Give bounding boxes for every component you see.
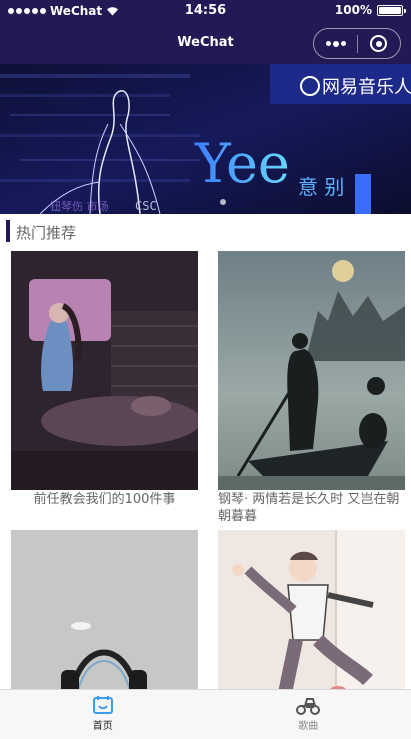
tab-songs[interactable]: 歌曲 — [206, 690, 411, 739]
more-button[interactable] — [314, 40, 357, 47]
more-dot-icon — [325, 41, 331, 46]
playlist-title: 钢琴· 两情若是长久时 又岂在朝朝暮暮 — [218, 492, 400, 524]
top-bar: WeChat 14:56 100% WeChat — [0, 0, 411, 64]
banner-overlay-text: 钮琴伤 市场 — [50, 199, 109, 213]
tab-label: 首页 — [92, 721, 113, 732]
banner-headline: Yee — [194, 132, 290, 195]
banner-corner-text: CSC — [135, 199, 157, 213]
home-icon — [92, 696, 113, 714]
battery-icon — [377, 4, 406, 16]
tab-home[interactable]: 首页 — [0, 690, 206, 739]
target-icon — [370, 35, 388, 52]
battery-label: 100% — [334, 3, 372, 17]
tab-label: 歌曲 — [298, 721, 319, 732]
banner-carousel[interactable]: 网易音乐人 Yee 意 别 钮琴伤 市场 CSC — [0, 64, 411, 214]
playlist-card[interactable]: 前任教会我们的100件事 — [11, 251, 198, 508]
playlist-cover — [218, 251, 405, 490]
section-title: 热门推荐 — [16, 224, 77, 242]
more-dot-icon — [332, 40, 339, 47]
banner-sub: 意 别 — [298, 175, 344, 199]
playlist-card[interactable]: 钢琴· 两情若是长久时 又岂在朝朝暮暮 — [218, 251, 405, 525]
banner-image: 网易音乐人 Yee 意 别 钮琴伤 市场 CSC — [0, 64, 411, 214]
banner-brand: 网易音乐人 — [322, 77, 411, 98]
section-header: 热门推荐 — [0, 218, 411, 246]
tab-bar: 首页 歌曲 — [0, 689, 411, 739]
mini-program-capsule — [313, 28, 401, 59]
playlist-cover — [11, 251, 198, 490]
close-button[interactable] — [358, 35, 400, 52]
playlist-title: 前任教会我们的100件事 — [33, 492, 176, 507]
status-bar: WeChat 14:56 100% — [0, 0, 411, 22]
more-dot-icon — [340, 41, 346, 46]
status-right: 100% — [334, 3, 406, 17]
scooter-icon — [296, 698, 321, 715]
section-accent-bar — [6, 220, 10, 242]
